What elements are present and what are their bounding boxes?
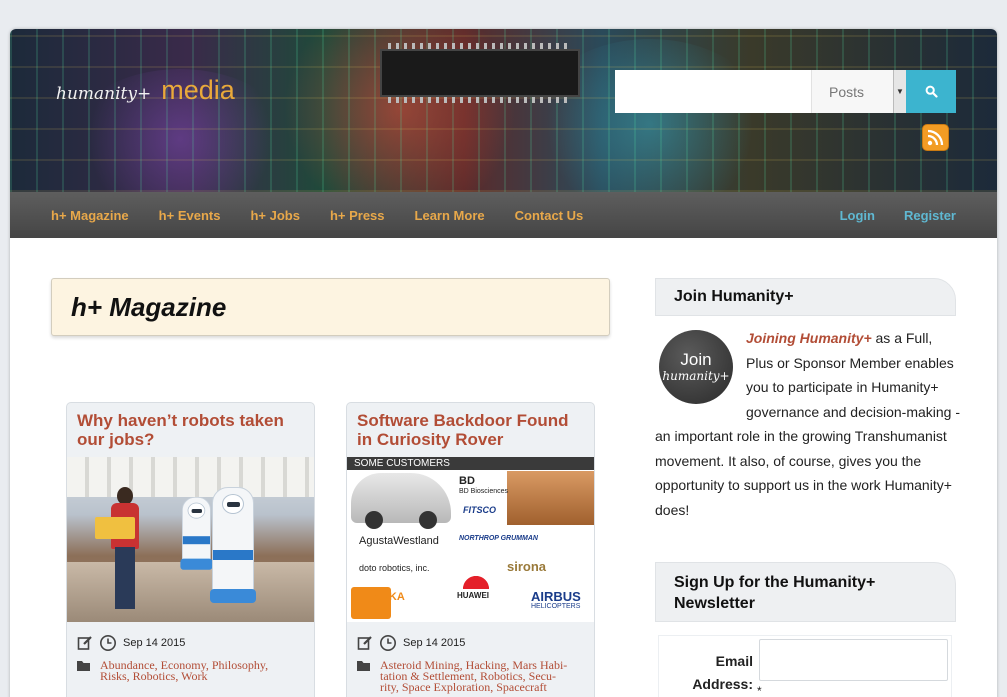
search-scope-select[interactable]: Posts ▼ [811, 70, 906, 113]
logo-agusta: AgustaWestland [359, 535, 439, 547]
logo-huawei: HUAWEI [457, 591, 489, 600]
email-field[interactable] [759, 639, 948, 681]
folder-icon [357, 661, 370, 671]
search-button[interactable] [906, 70, 956, 113]
post-image-customers[interactable]: SOME CUSTOMERS BD BD Biosciences FITSCO … [347, 457, 594, 622]
clock-icon [100, 635, 116, 651]
post-card: Software Backdoor Found in Curiosity Rov… [346, 402, 595, 697]
search-input[interactable] [615, 70, 811, 113]
logo-sirona: sirona [507, 559, 547, 574]
logo-kuka: KUKA [373, 591, 405, 603]
image-banner-text: SOME CUSTOMERS [347, 457, 594, 470]
logo-northrop: NORTHROP GRUMMAN [459, 535, 538, 542]
circuit-chip-graphic [380, 43, 580, 103]
avatar-line-2: humanity+ [662, 369, 730, 383]
logo-humanity-text: humanity+ [56, 84, 152, 104]
nav-magazine[interactable]: h+ Magazine [51, 208, 129, 223]
email-label: Email Address: [692, 653, 753, 692]
newsletter-form: Email Address: * [658, 635, 952, 697]
nav-login[interactable]: Login [840, 208, 875, 223]
search-form: Posts ▼ [615, 70, 956, 113]
nav-events[interactable]: h+ Events [159, 208, 221, 223]
post-categories[interactable]: Asteroid Mining, Hacking, Mars Habi-tati… [380, 659, 570, 693]
logo-bd: BD [459, 475, 475, 487]
required-mark: * [757, 684, 762, 697]
logo-media-text: media [161, 75, 235, 105]
post-card: Why haven’t robots taken our jobs? Sep 1… [66, 402, 315, 697]
logo-fitsco: FITSCO [463, 505, 496, 515]
page-title: h+ Magazine [71, 291, 227, 322]
edit-icon [77, 636, 92, 650]
post-date: Sep 14 2015 [123, 637, 186, 649]
join-avatar[interactable]: Join humanity+ [659, 330, 733, 404]
site-logo[interactable]: humanity+ media [56, 75, 235, 106]
site-container: humanity+ media Posts ▼ h+ Magazine h+ E… [10, 29, 997, 697]
page-title-box: h+ Magazine [51, 278, 610, 336]
avatar-line-1: Join [680, 350, 712, 369]
logo-airbus: AIRBUS [531, 589, 581, 604]
nav-jobs[interactable]: h+ Jobs [250, 208, 300, 223]
search-icon [925, 85, 938, 98]
rss-feed-button[interactable] [922, 124, 949, 151]
post-image-robots[interactable] [67, 457, 314, 622]
logo-airbus-helicopters: HELICOPTERS [531, 603, 581, 610]
main-nav: h+ Magazine h+ Events h+ Jobs h+ Press L… [10, 192, 997, 238]
header-banner: humanity+ media Posts ▼ [10, 29, 997, 192]
post-title-link[interactable]: Software Backdoor Found in Curiosity Rov… [347, 403, 594, 457]
logo-doto: doto robotics, inc. [359, 563, 430, 573]
rss-icon [927, 129, 944, 146]
nav-register[interactable]: Register [904, 208, 956, 223]
nav-press[interactable]: h+ Press [330, 208, 385, 223]
search-scope-value: Posts [829, 83, 865, 100]
caret-down-icon: ▼ [893, 70, 906, 113]
folder-icon [77, 661, 90, 671]
join-heading: Join Humanity+ [655, 278, 956, 316]
newsletter-heading: Sign Up for the Humanity+ Newsletter [655, 562, 956, 622]
logo-bd-biosciences: BD Biosciences [459, 488, 509, 495]
join-text: Join humanity+ Joining Humanity+ as a Fu… [655, 326, 960, 522]
clock-icon [380, 635, 396, 651]
join-link[interactable]: Joining Humanity+ [746, 330, 872, 346]
post-categories[interactable]: Abundance, Economy, Philosophy, Risks, R… [100, 659, 290, 682]
edit-icon [357, 636, 372, 650]
nav-contact-us[interactable]: Contact Us [515, 208, 584, 223]
post-title-link[interactable]: Why haven’t robots taken our jobs? [67, 403, 314, 457]
nav-learn-more[interactable]: Learn More [415, 208, 485, 223]
post-date: Sep 14 2015 [403, 637, 466, 649]
